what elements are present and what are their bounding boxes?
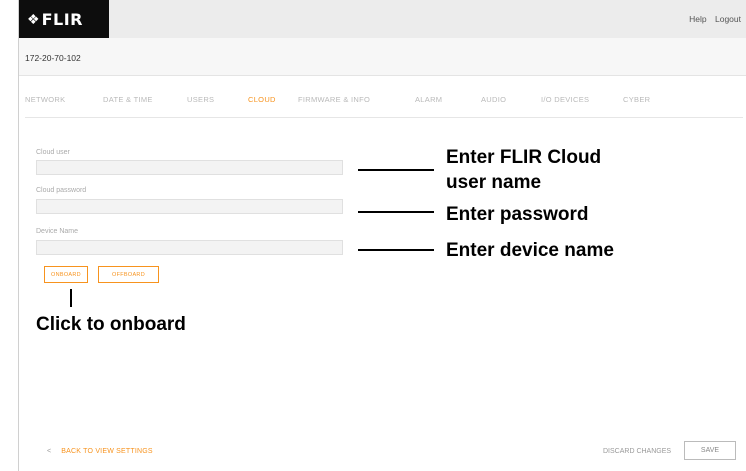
cloud-password-label: Cloud password bbox=[36, 187, 87, 194]
annotation-line-user bbox=[358, 169, 434, 171]
tab-users[interactable]: USERS bbox=[187, 95, 214, 104]
tab-cyber[interactable]: CYBER bbox=[623, 95, 650, 104]
offboard-button[interactable]: OFFBOARD bbox=[98, 266, 159, 283]
tab-firmware-info[interactable]: FIRMWARE & INFO bbox=[298, 95, 370, 104]
cloud-user-label: Cloud user bbox=[36, 149, 70, 156]
tab-network[interactable]: NETWORK bbox=[25, 95, 65, 104]
help-link[interactable]: Help bbox=[689, 14, 706, 24]
settings-tabs: NETWORK DATE & TIME USERS CLOUD FIRMWARE… bbox=[19, 95, 746, 107]
flir-logo-icon: ❖ bbox=[27, 11, 40, 27]
onboard-button[interactable]: ONBOARD bbox=[44, 266, 88, 283]
annotation-onboard: Click to onboard bbox=[36, 314, 186, 335]
cloud-user-input[interactable] bbox=[36, 160, 343, 175]
annotation-user-line1: Enter FLIR Cloud bbox=[446, 147, 602, 168]
save-button[interactable]: SAVE bbox=[684, 441, 736, 460]
flir-logo[interactable]: ❖ FLIR bbox=[19, 0, 109, 38]
tab-date-time[interactable]: DATE & TIME bbox=[103, 95, 153, 104]
back-to-view-settings-link[interactable]: < BACK TO VIEW SETTINGS bbox=[47, 448, 153, 455]
top-bar: ❖ FLIR Help Logout bbox=[19, 0, 746, 38]
logout-link[interactable]: Logout bbox=[715, 14, 741, 24]
app-window: ❖ FLIR Help Logout 172-20-70-102 NETWORK… bbox=[18, 0, 746, 471]
logo-text: FLIR bbox=[41, 9, 83, 29]
annotation-password: Enter password bbox=[446, 204, 589, 225]
annotation-line-password bbox=[358, 211, 434, 213]
tab-alarm[interactable]: ALARM bbox=[415, 95, 442, 104]
discard-changes-button[interactable]: DISCARD CHANGES bbox=[603, 448, 671, 455]
back-label: BACK TO VIEW SETTINGS bbox=[61, 448, 153, 455]
top-links: Help Logout bbox=[683, 14, 741, 24]
device-name-input[interactable] bbox=[36, 240, 343, 255]
tab-io-devices[interactable]: I/O DEVICES bbox=[541, 95, 589, 104]
annotation-device-name: Enter device name bbox=[446, 240, 614, 261]
chevron-left-icon: < bbox=[47, 448, 52, 455]
annotation-line-device-name bbox=[358, 249, 434, 251]
device-bar: 172-20-70-102 bbox=[19, 38, 746, 76]
device-id: 172-20-70-102 bbox=[25, 53, 81, 63]
tab-cloud[interactable]: CLOUD bbox=[248, 95, 276, 104]
tab-divider bbox=[25, 117, 743, 118]
device-name-label: Device Name bbox=[36, 228, 79, 235]
tab-audio[interactable]: AUDIO bbox=[481, 95, 506, 104]
annotation-line-onboard bbox=[70, 289, 72, 307]
annotation-user-line2: user name bbox=[446, 172, 542, 193]
cloud-password-input[interactable] bbox=[36, 199, 343, 214]
